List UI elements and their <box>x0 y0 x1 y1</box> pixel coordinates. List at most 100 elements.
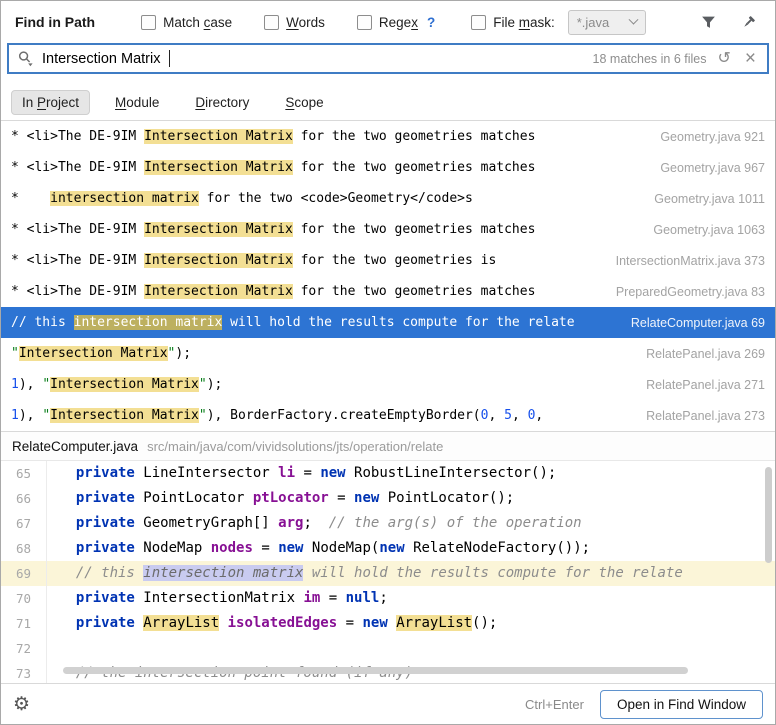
result-file-ref: Geometry.java 1011 <box>654 191 765 206</box>
preview-file-name: RelateComputer.java <box>12 438 139 454</box>
footer: ⚙ Ctrl+Enter Open in Find Window <box>1 683 775 724</box>
code-text: private ArrayList isolatedEdges = new Ar… <box>75 615 498 631</box>
gear-icon[interactable]: ⚙ <box>13 695 30 714</box>
tab-directory[interactable]: Directory <box>184 90 260 115</box>
code-preview[interactable]: 65 private LineIntersector li = new Robu… <box>1 460 775 683</box>
result-row[interactable]: * <li>The DE-9IM Intersection Matrix for… <box>1 276 775 307</box>
option-label: Match case <box>163 14 233 30</box>
search-options: Match case Words Regex? <box>141 14 435 30</box>
code-line: 67 private GeometryGraph[] arg; // the a… <box>1 511 775 536</box>
result-text: 1), "Intersection Matrix"), BorderFactor… <box>11 408 544 423</box>
code-text: private LineIntersector li = new RobustL… <box>75 465 557 481</box>
code-line: 72 <box>1 636 775 661</box>
line-number: 66 <box>1 486 47 511</box>
result-row[interactable]: * <li>The DE-9IM Intersection Matrix for… <box>1 121 775 152</box>
checkbox[interactable] <box>356 14 372 30</box>
line-number: 73 <box>1 661 47 683</box>
code-line: 71 private ArrayList isolatedEdges = new… <box>1 611 775 636</box>
code-text: private PointLocator ptLocator = new Poi… <box>75 490 515 506</box>
result-file-ref: RelateComputer.java 69 <box>630 315 765 330</box>
result-row[interactable]: * <li>The DE-9IM Intersection Matrix for… <box>1 245 775 276</box>
result-file-ref: Geometry.java 967 <box>660 160 765 175</box>
option-words[interactable]: Words <box>264 14 325 30</box>
code-text: private NodeMap nodes = new NodeMap(new … <box>75 540 591 556</box>
line-number: 67 <box>1 511 47 536</box>
option-label: Regex <box>378 14 418 30</box>
result-text: // this intersection matrix will hold th… <box>11 315 575 330</box>
match-count: 18 matches in 6 files <box>592 51 707 66</box>
line-number: 68 <box>1 536 47 561</box>
result-text: * <li>The DE-9IM Intersection Matrix for… <box>11 222 536 237</box>
code-line: 66 private PointLocator ptLocator = new … <box>1 486 775 511</box>
result-file-ref: Geometry.java 921 <box>660 129 765 144</box>
result-text: * intersection matrix for the two <code>… <box>11 191 473 206</box>
result-file-ref: RelatePanel.java 269 <box>646 346 765 361</box>
tab-scope[interactable]: Scope <box>274 90 334 115</box>
preview-file-path: src/main/java/com/vividsolutions/jts/ope… <box>147 438 444 454</box>
open-in-find-window-button[interactable]: Open in Find Window <box>599 689 763 719</box>
search-query: Intersection Matrix <box>42 50 161 67</box>
checkbox[interactable] <box>141 14 157 30</box>
tab-module[interactable]: Module <box>104 90 170 115</box>
file-mask-value: *.java <box>576 14 610 30</box>
filter-icon[interactable] <box>695 9 721 35</box>
result-text: "Intersection Matrix"); <box>11 346 192 361</box>
result-row[interactable]: * <li>The DE-9IM Intersection Matrix for… <box>1 152 775 183</box>
refresh-icon[interactable]: ↺ <box>714 50 733 67</box>
result-text: 1), "Intersection Matrix"); <box>11 377 223 392</box>
result-row[interactable]: // this intersection matrix will hold th… <box>1 307 775 338</box>
result-file-ref: RelatePanel.java 273 <box>646 408 765 423</box>
result-text: * <li>The DE-9IM Intersection Matrix for… <box>11 284 536 299</box>
search-bar: Intersection Matrix 18 matches in 6 file… <box>1 43 775 84</box>
results-list: * <li>The DE-9IM Intersection Matrix for… <box>1 120 775 431</box>
line-number: 71 <box>1 611 47 636</box>
pin-icon[interactable] <box>735 9 761 35</box>
line-number: 69 <box>1 561 47 586</box>
result-file-ref: RelatePanel.java 271 <box>646 377 765 392</box>
line-number: 70 <box>1 586 47 611</box>
help-icon[interactable]: ? <box>427 15 435 30</box>
horizontal-scrollbar[interactable] <box>63 667 688 674</box>
line-number: 72 <box>1 636 47 661</box>
search-field[interactable]: Intersection Matrix 18 matches in 6 file… <box>7 43 769 74</box>
option-match-case[interactable]: Match case <box>141 14 233 30</box>
code-line: 69 // this intersection matrix will hold… <box>1 561 775 586</box>
file-mask-combo[interactable]: *.java <box>567 9 646 35</box>
file-mask-group: File mask: *.java <box>471 9 646 35</box>
result-file-ref: PreparedGeometry.java 83 <box>615 284 765 299</box>
result-row[interactable]: 1), "Intersection Matrix"), BorderFactor… <box>1 400 775 431</box>
result-text: * <li>The DE-9IM Intersection Matrix for… <box>11 129 536 144</box>
chevron-down-icon <box>628 14 639 25</box>
result-row[interactable]: * <li>The DE-9IM Intersection Matrix for… <box>1 214 775 245</box>
titlebar: Find in Path Match case Words Regex? File … <box>1 1 775 43</box>
scope-tabs: In Project Module Directory Scope <box>1 84 775 120</box>
file-mask-label: File mask: <box>493 14 555 30</box>
close-icon[interactable]: × <box>742 49 759 68</box>
option-regex[interactable]: Regex? <box>356 14 435 30</box>
file-mask-checkbox[interactable] <box>471 14 487 30</box>
code-lines: 65 private LineIntersector li = new Robu… <box>1 461 775 683</box>
code-text: private GeometryGraph[] arg; // the arg(… <box>75 515 582 531</box>
search-icon[interactable] <box>17 50 34 67</box>
text-caret <box>169 50 171 67</box>
checkbox[interactable] <box>264 14 280 30</box>
vertical-scrollbar[interactable] <box>765 467 772 563</box>
result-text: * <li>The DE-9IM Intersection Matrix for… <box>11 253 497 268</box>
result-text: * <li>The DE-9IM Intersection Matrix for… <box>11 160 536 175</box>
code-line: 65 private LineIntersector li = new Robu… <box>1 461 775 486</box>
result-row[interactable]: * intersection matrix for the two <code>… <box>1 183 775 214</box>
dialog-title: Find in Path <box>15 14 96 30</box>
code-text: // this intersection matrix will hold th… <box>59 565 683 581</box>
code-line: 68 private NodeMap nodes = new NodeMap(n… <box>1 536 775 561</box>
line-number: 65 <box>1 461 47 486</box>
code-text: private IntersectionMatrix im = null; <box>75 590 388 606</box>
shortcut-hint: Ctrl+Enter <box>525 696 584 712</box>
result-file-ref: Geometry.java 1063 <box>653 222 765 237</box>
option-label: Words <box>286 14 325 30</box>
result-row[interactable]: "Intersection Matrix"); RelatePanel.java … <box>1 338 775 369</box>
tab-in-project[interactable]: In Project <box>11 89 91 115</box>
result-row[interactable]: 1), "Intersection Matrix"); RelatePanel.j… <box>1 369 775 400</box>
result-file-ref: IntersectionMatrix.java 373 <box>615 253 765 268</box>
find-in-path-dialog: Find in Path Match case Words Regex? File … <box>0 0 776 725</box>
